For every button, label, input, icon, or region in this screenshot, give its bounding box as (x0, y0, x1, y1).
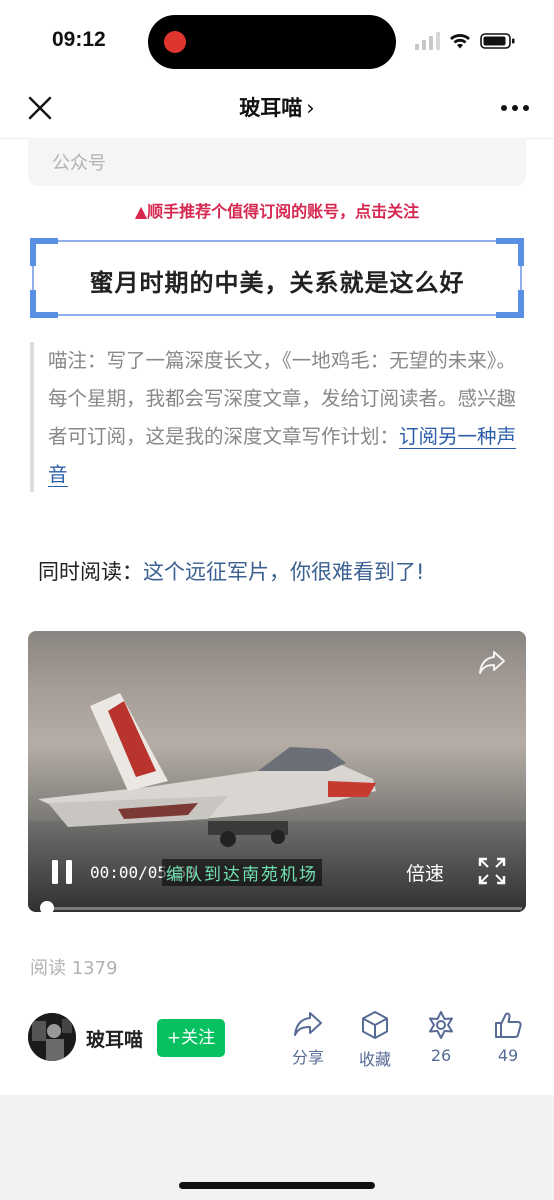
recommend-banner[interactable]: ▲顺手推荐个值得订阅的账号，点击关注 (0, 198, 554, 222)
also-read-link[interactable]: 这个远征军片，你很难看到了! (143, 560, 424, 584)
account-title-link[interactable]: 玻耳喵 › (0, 92, 554, 122)
video-progress-handle[interactable] (40, 901, 54, 912)
battery-icon (480, 33, 515, 49)
author-name[interactable]: 玻耳喵 (86, 1025, 143, 1052)
nav-bar: 玻耳喵 › (0, 82, 554, 139)
more-icon[interactable] (500, 94, 530, 122)
playback-speed-button[interactable]: 倍速 (406, 859, 444, 886)
editor-note: 喵注：写了一篇深度长文，《一地鸡毛：无望的未来》。每个星期，我都会写深度文章，发… (30, 342, 526, 492)
favorite-label: 收藏 (358, 1050, 391, 1069)
account-title: 玻耳喵 (239, 96, 303, 120)
video-controls: 00:00/05:59 编队到达南苑机场 倍速 (28, 851, 526, 893)
share-button[interactable]: 分享 (278, 1010, 338, 1068)
fullscreen-icon[interactable] (478, 857, 506, 885)
pause-icon[interactable] (50, 859, 74, 885)
favorite-button[interactable]: 收藏 (345, 1010, 405, 1070)
read-count: 阅读 1379 (30, 958, 118, 979)
account-card-label: 公众号 (52, 153, 106, 174)
avatar-image (28, 1013, 76, 1061)
also-read-label: 同时阅读： (38, 560, 143, 584)
home-indicator[interactable] (179, 1182, 375, 1189)
wifi-icon (450, 34, 470, 49)
headline-frame: 蜜月时期的中美，关系就是这么好 (30, 238, 524, 318)
also-read: 同时阅读：这个远征军片，你很难看到了! (38, 556, 424, 586)
recording-indicator-icon (164, 31, 186, 53)
frame-corner (496, 238, 524, 266)
wow-button[interactable]: 26 (411, 1010, 471, 1065)
video-player[interactable]: 00:00/05:59 编队到达南苑机场 倍速 (28, 631, 526, 912)
like-button[interactable]: 49 (478, 1010, 538, 1065)
chevron-right-icon: › (306, 96, 315, 120)
avatar[interactable] (28, 1013, 76, 1061)
status-bar: 09:12 (0, 0, 554, 82)
share-icon (294, 1012, 322, 1036)
thumbs-up-icon (495, 1012, 522, 1038)
headline: 蜜月时期的中美，关系就是这么好 (89, 269, 465, 297)
share-arrow-icon[interactable] (478, 649, 506, 675)
like-count: 49 (497, 1046, 519, 1065)
status-icons (415, 30, 516, 52)
wow-count: 26 (430, 1046, 452, 1065)
video-progress-bar[interactable] (42, 907, 522, 910)
video-subtitle: 编队到达南苑机场 (162, 859, 322, 886)
share-label: 分享 (291, 1048, 324, 1067)
dynamic-island (148, 15, 396, 69)
signal-icon (415, 32, 440, 50)
frame-corner (30, 238, 58, 266)
cube-icon (362, 1011, 388, 1039)
status-time: 09:12 (52, 28, 106, 51)
account-card[interactable]: 公众号 (28, 138, 526, 186)
follow-button[interactable]: +关注 (157, 1019, 225, 1057)
wow-star-icon (429, 1011, 453, 1039)
